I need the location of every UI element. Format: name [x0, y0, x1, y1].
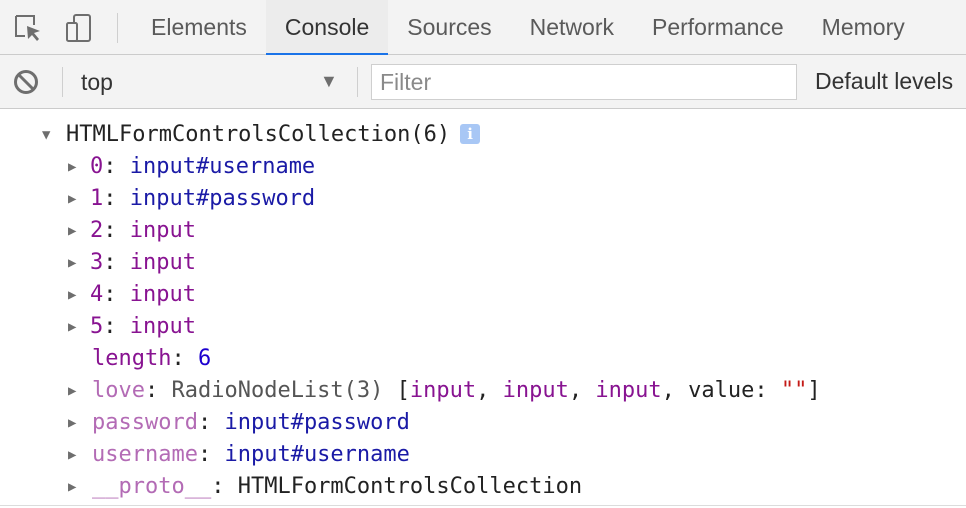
devtools-tab-bar: Elements Console Sources Network Perform…: [0, 0, 966, 56]
tab-memory[interactable]: Memory: [803, 0, 924, 55]
property-type: RadioNodeList(3): [171, 378, 384, 403]
tab-network[interactable]: Network: [511, 0, 633, 55]
property-separator: :: [197, 442, 225, 467]
property-separator: :: [144, 378, 172, 403]
object-type: HTMLFormControlsCollection(6): [66, 122, 451, 147]
property-separator: ,: [568, 378, 596, 403]
context-selector[interactable]: top ▼: [62, 61, 356, 103]
property-value: input: [595, 378, 662, 403]
property-key: 0: [90, 154, 104, 179]
property-value: input: [129, 282, 196, 307]
dropdown-arrow-icon: ▼: [320, 71, 338, 91]
property-value: HTMLFormControlsCollection: [237, 474, 583, 499]
filter-input[interactable]: [371, 64, 797, 100]
divider: [0, 505, 966, 506]
property-separator: ]: [807, 378, 821, 403]
property-separator: ,: [476, 378, 503, 403]
property-value: input#username: [129, 154, 316, 179]
object-label: HTMLFormControlsCollection(6) i: [66, 119, 481, 151]
property-separator: :: [211, 474, 238, 499]
expand-triangle-icon[interactable]: ▶: [68, 375, 76, 407]
expand-triangle-icon[interactable]: ▶: [68, 407, 76, 439]
collapse-triangle-icon[interactable]: ▼: [42, 119, 50, 151]
inspect-element-icon[interactable]: [13, 12, 43, 44]
property-key: username: [92, 442, 198, 467]
info-icon[interactable]: i: [460, 124, 481, 144]
toolbar-divider: [117, 13, 118, 43]
property-value: input#username: [224, 442, 410, 467]
property-separator: :: [103, 282, 130, 307]
property-separator: :: [103, 154, 130, 179]
property-key: 2: [90, 218, 104, 243]
property-separator: :: [103, 218, 130, 243]
property-value: input: [129, 250, 196, 275]
expand-triangle-icon[interactable]: ▶: [68, 247, 76, 279]
property-separator: :: [103, 314, 130, 339]
property-value: input#password: [224, 410, 410, 435]
property-value: input: [502, 378, 569, 403]
property-key: 3: [90, 250, 104, 275]
property-separator: :: [171, 346, 198, 371]
expand-triangle-icon[interactable]: ▶: [68, 471, 76, 503]
property-separator: [: [383, 378, 410, 403]
tab-console[interactable]: Console: [265, 0, 389, 56]
property-separator: :: [197, 410, 225, 435]
property-value: input: [129, 314, 196, 339]
property-key: __proto__: [92, 474, 212, 499]
property-value: input#password: [129, 186, 316, 211]
tab-performance[interactable]: Performance: [633, 0, 803, 55]
property-separator: :: [754, 378, 781, 403]
property-key: 4: [90, 282, 104, 307]
property-value: input: [129, 218, 196, 243]
property-key: 1: [90, 186, 104, 211]
property-separator: :: [103, 250, 130, 275]
property-key: value: [688, 378, 755, 403]
tab-sources[interactable]: Sources: [388, 0, 510, 55]
device-toolbar-icon[interactable]: [64, 12, 94, 44]
expand-triangle-icon[interactable]: ▶: [68, 311, 76, 343]
context-value: top: [81, 69, 113, 95]
toolbar-divider: [357, 67, 358, 97]
expand-triangle-icon[interactable]: ▶: [68, 279, 76, 311]
property-separator: ,: [661, 378, 689, 403]
log-levels-dropdown[interactable]: Default levels: [815, 68, 953, 95]
property-key: 5: [90, 314, 104, 339]
expand-triangle-icon[interactable]: ▶: [68, 151, 76, 183]
console-output: ▼ HTMLFormControlsCollection(6) i ▶ 0: in…: [0, 109, 966, 508]
console-toolbar: top ▼ Default levels: [0, 55, 966, 109]
property-key: love: [92, 378, 145, 403]
expand-triangle-icon[interactable]: ▶: [68, 183, 76, 215]
property-key: password: [92, 410, 198, 435]
clear-console-icon[interactable]: [12, 68, 40, 96]
property-value: 6: [197, 346, 212, 371]
tab-elements[interactable]: Elements: [132, 0, 266, 55]
expand-triangle-icon[interactable]: ▶: [68, 439, 76, 471]
property-value: input: [409, 378, 477, 403]
property-key: length: [92, 346, 172, 371]
property-separator: :: [103, 186, 130, 211]
property-value: "": [780, 378, 808, 403]
expand-triangle-icon[interactable]: ▶: [68, 215, 76, 247]
panel-tabs: Elements Console Sources Network Perform…: [132, 0, 924, 56]
